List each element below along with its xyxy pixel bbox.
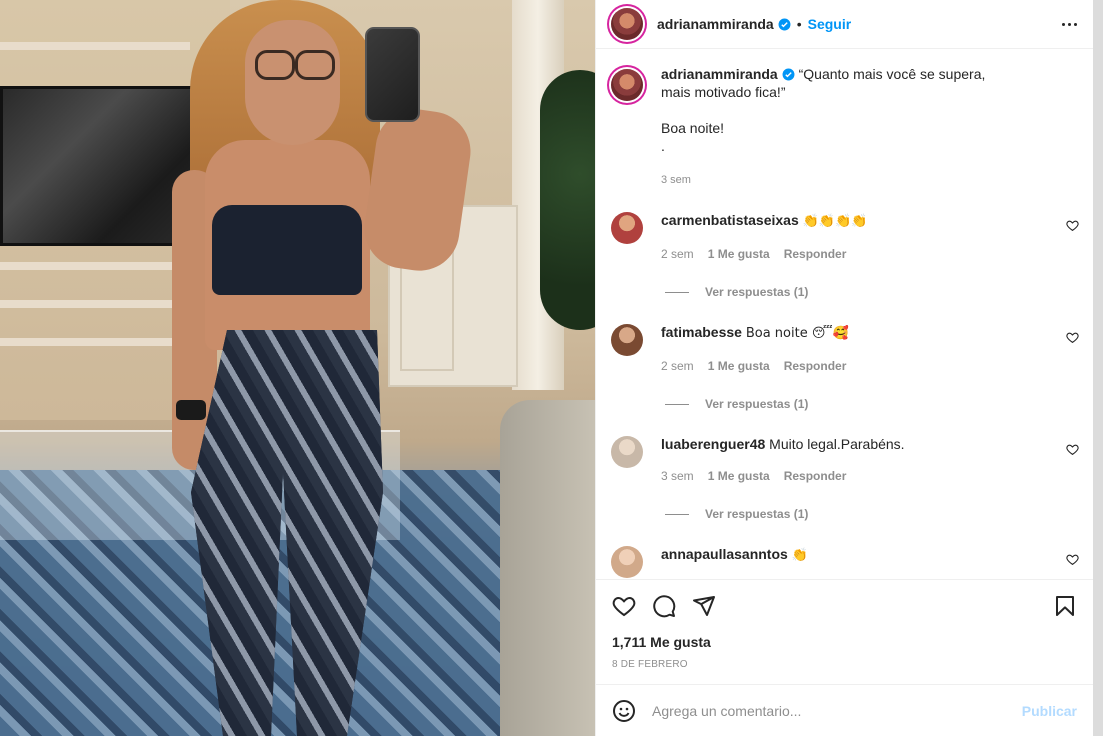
comment-time[interactable]: 2 sem: [661, 357, 694, 375]
comment-icon[interactable]: [652, 594, 676, 618]
comment-text: Muito legal.Parabéns.: [769, 436, 905, 452]
heart-icon[interactable]: [1066, 553, 1079, 566]
sofa: [500, 400, 595, 736]
caption-text-line4: .: [661, 138, 665, 154]
caption-avatar[interactable]: [611, 69, 643, 101]
caption-text-line2: mais motivado fica!”: [661, 84, 786, 100]
comment-avatar[interactable]: [611, 212, 643, 244]
comment-input[interactable]: [652, 702, 1022, 719]
view-replies-button[interactable]: Ver respuestas (1): [665, 397, 1093, 411]
glasses: [255, 50, 335, 80]
reply-button[interactable]: Responder: [784, 357, 847, 375]
comment: luaberenguer48 Muito legal.Parabéns. 3 s…: [596, 435, 1093, 485]
comment-likes[interactable]: 1 Me gusta: [708, 467, 770, 485]
comment-text: 👏👏👏👏: [802, 214, 868, 229]
comment-likes[interactable]: 1 Me gusta: [708, 245, 770, 263]
post-photo[interactable]: [0, 0, 595, 736]
bookmark-icon[interactable]: [1053, 594, 1077, 618]
post-header: adrianammiranda • Seguir: [596, 0, 1093, 49]
emoji-icon[interactable]: [612, 699, 636, 723]
comment-avatar[interactable]: [611, 436, 643, 468]
verified-icon: [778, 18, 791, 30]
caption: adrianammiranda “Quanto mais você se sup…: [596, 65, 1093, 189]
likes-count[interactable]: 1,711 Me gusta: [612, 634, 1077, 650]
post-date[interactable]: 8 DE FEBRERO: [612, 659, 1077, 670]
watch: [176, 400, 206, 420]
avatar[interactable]: [611, 8, 643, 40]
view-replies-button[interactable]: Ver respuestas (1): [665, 285, 1093, 299]
heart-icon[interactable]: [612, 594, 636, 618]
more-options-icon[interactable]: [1062, 22, 1077, 26]
comment: carmenbatistaseixas 👏👏👏👏 2 sem 1 Me gust…: [596, 211, 1093, 263]
caption-username[interactable]: adrianammiranda: [661, 66, 778, 82]
comment-time[interactable]: 2 sem: [661, 245, 694, 263]
comment-username[interactable]: fatimabesse: [661, 324, 742, 340]
comment: annapaullasanntos 👏: [596, 545, 1093, 578]
comment-avatar[interactable]: [611, 324, 643, 356]
comment-text: 👏: [791, 548, 808, 563]
comment-username[interactable]: luaberenguer48: [661, 436, 765, 452]
caption-text-line3: Boa noite!: [661, 120, 725, 136]
instagram-post: adrianammiranda • Seguir adrianammiranda…: [0, 0, 1093, 736]
heart-icon[interactable]: [1066, 219, 1079, 232]
heart-icon[interactable]: [1066, 331, 1079, 344]
sports-top: [212, 205, 362, 295]
follow-button[interactable]: Seguir: [808, 16, 852, 32]
header-separator: •: [796, 16, 802, 32]
scrollbar[interactable]: [1093, 0, 1103, 736]
comment-likes[interactable]: 1 Me gusta: [708, 357, 770, 375]
reply-button[interactable]: Responder: [784, 245, 847, 263]
header-username[interactable]: adrianammiranda: [657, 16, 774, 32]
view-replies-label: Ver respuestas (1): [705, 507, 809, 521]
view-replies-label: Ver respuestas (1): [705, 397, 809, 411]
comment-avatar[interactable]: [611, 546, 643, 578]
share-icon[interactable]: [692, 594, 716, 618]
comment: fatimabesse Boa noite 😴🥰 2 sem 1 Me gust…: [596, 323, 1093, 375]
view-replies-button[interactable]: Ver respuestas (1): [665, 507, 1093, 521]
view-replies-label: Ver respuestas (1): [705, 285, 809, 299]
post-actions: 1,711 Me gusta 8 DE FEBRERO: [596, 579, 1093, 684]
comment-username[interactable]: carmenbatistaseixas: [661, 212, 799, 228]
comment-time[interactable]: 3 sem: [661, 467, 694, 485]
add-comment-bar: Publicar: [596, 684, 1093, 736]
post-side-panel: adrianammiranda • Seguir adrianammiranda…: [595, 0, 1093, 736]
phone: [365, 27, 420, 122]
caption-text-line1: “Quanto mais você se supera,: [798, 66, 986, 82]
publish-button[interactable]: Publicar: [1022, 703, 1077, 719]
comment-username[interactable]: annapaullasanntos: [661, 546, 788, 562]
comment-text: Boa noite 😴🥰: [745, 326, 849, 341]
heart-icon[interactable]: [1066, 443, 1079, 456]
comments-list[interactable]: adrianammiranda “Quanto mais você se sup…: [596, 49, 1093, 579]
verified-icon: [782, 68, 795, 81]
caption-time[interactable]: 3 sem: [661, 171, 1077, 189]
reply-button[interactable]: Responder: [784, 467, 847, 485]
plant: [540, 70, 595, 330]
